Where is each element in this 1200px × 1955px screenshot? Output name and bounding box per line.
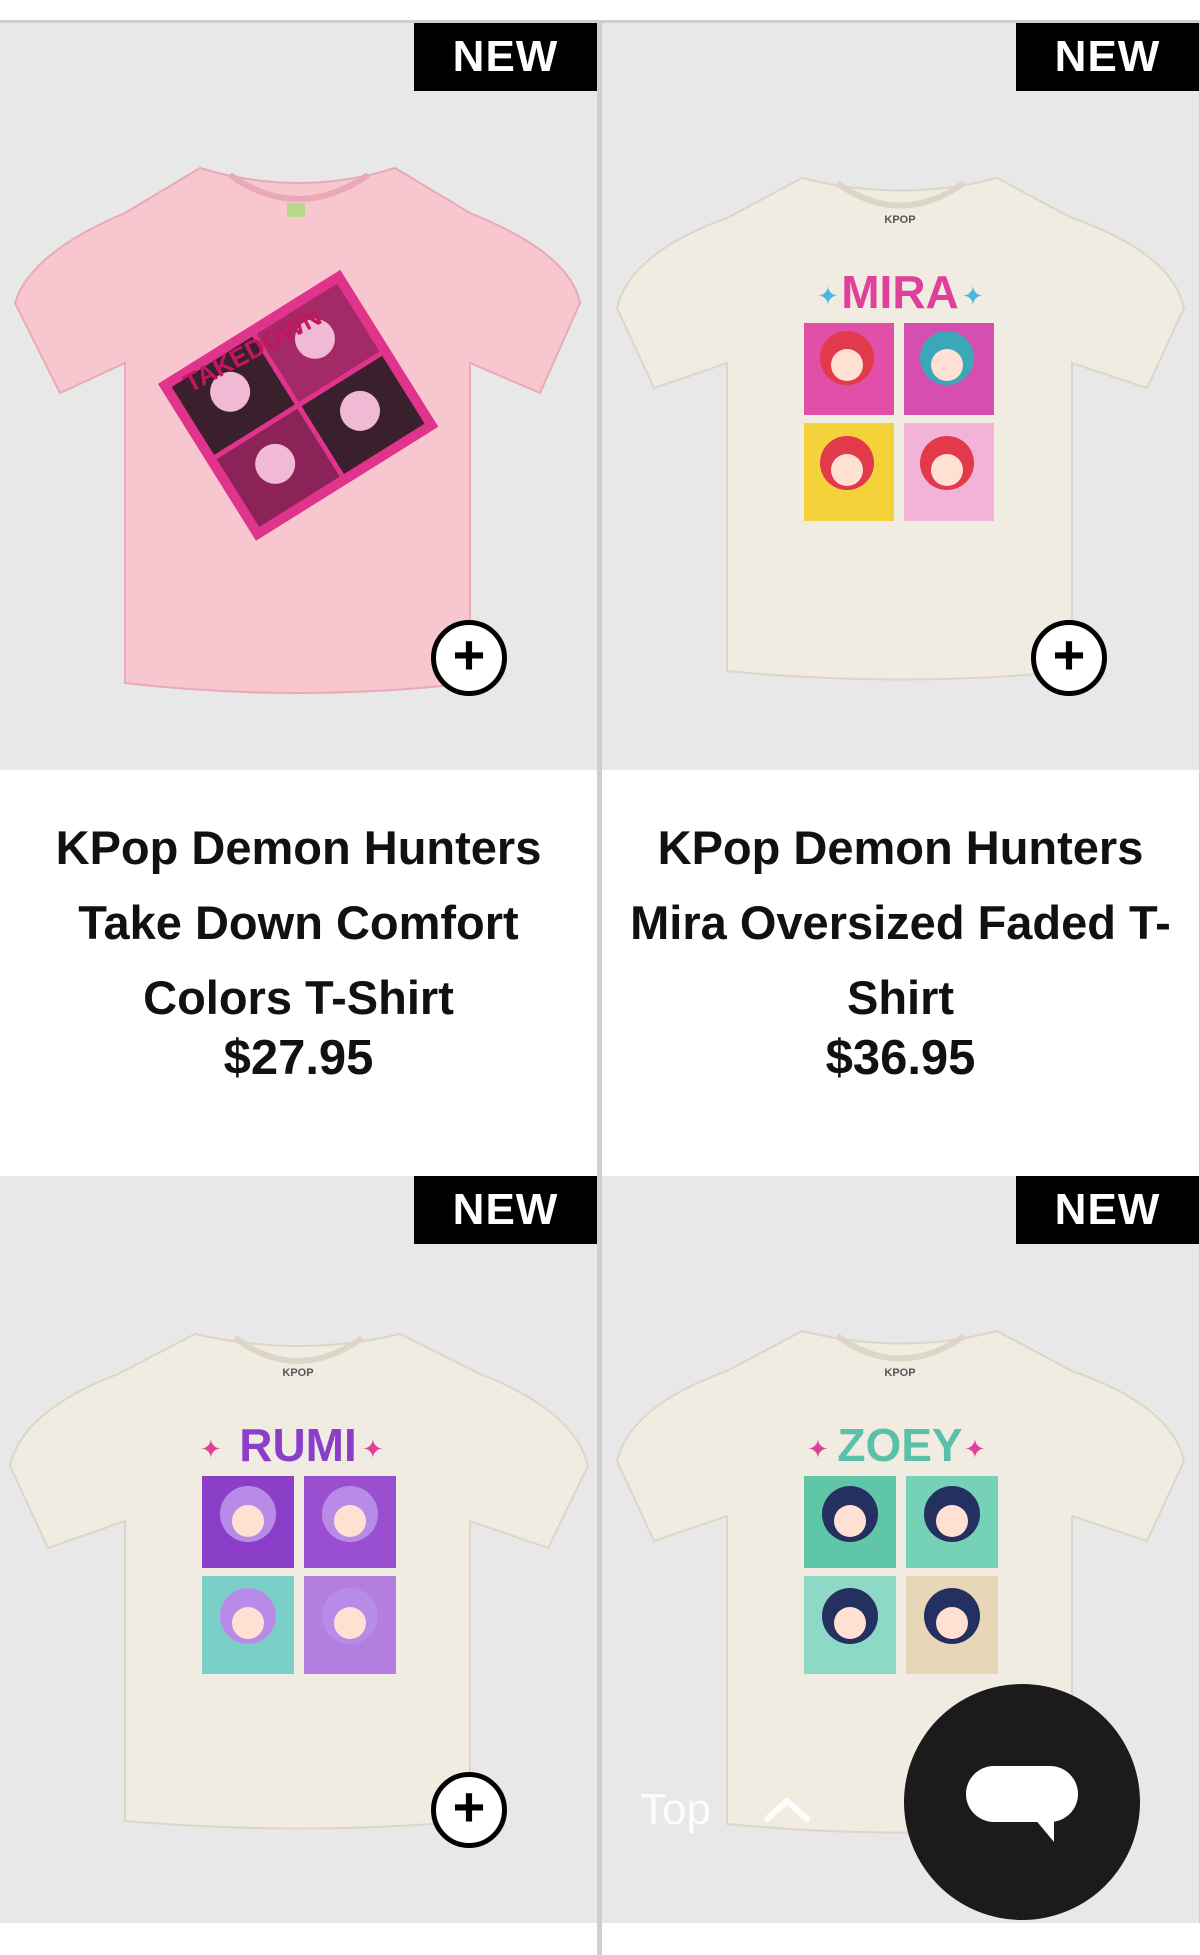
- scroll-to-top-label: Top: [640, 1785, 711, 1834]
- new-badge: NEW: [1016, 1176, 1199, 1244]
- tshirt-image-mira: KPOP MIRA ✦ ✦: [615, 176, 1186, 681]
- svg-text:✦: ✦: [200, 1435, 222, 1465]
- product-title[interactable]: KPop Demon Hunters Mira Oversized Faded …: [622, 810, 1179, 1035]
- previous-card-right: [602, 0, 1200, 22]
- product-price: $27.95: [223, 1031, 374, 1085]
- product-card-take-down[interactable]: TAKEDOWN NEW + KPop Demon Hunters Take D…: [0, 23, 597, 1193]
- next-row-strip: [0, 1923, 1200, 1955]
- product-info[interactable]: KPop Demon Hunters Mira Oversized Faded …: [602, 770, 1199, 1193]
- quick-add-button[interactable]: +: [431, 620, 507, 696]
- product-title[interactable]: KPop Demon Hunters Take Down Comfort Col…: [20, 810, 577, 1035]
- svg-text:✦: ✦: [807, 1435, 829, 1465]
- previous-card-left: [0, 0, 598, 22]
- label-brand: KPOP: [884, 1367, 915, 1379]
- plus-icon: +: [452, 1775, 486, 1838]
- product-price: $36.95: [825, 1031, 976, 1085]
- new-badge: NEW: [414, 23, 597, 91]
- design-title: RUMI: [239, 1419, 357, 1471]
- product-card-mira[interactable]: KPOP MIRA ✦ ✦ NEW + KPop Demon Hunters M…: [602, 23, 1199, 1193]
- previous-row-strip: [0, 0, 1200, 22]
- product-info[interactable]: KPop Demon Hunters Take Down Comfort Col…: [0, 770, 597, 1193]
- new-badge: NEW: [414, 1176, 597, 1244]
- chevron-up-icon: [763, 1798, 810, 1822]
- svg-text:✦: ✦: [362, 1435, 384, 1465]
- svg-text:✦: ✦: [964, 1435, 986, 1465]
- tshirt-image-rumi: KPOP RUMI ✦ ✦: [8, 1332, 590, 1830]
- plus-icon: +: [1052, 623, 1086, 686]
- chat-bubble-icon: [966, 1766, 1078, 1842]
- svg-text:✦: ✦: [817, 282, 839, 312]
- plus-icon: +: [452, 623, 486, 686]
- design-title: MIRA: [841, 266, 959, 318]
- label-brand: KPOP: [884, 214, 915, 226]
- quick-add-button[interactable]: +: [1031, 620, 1107, 696]
- column-divider: [597, 1923, 602, 1955]
- tshirt-image-take-down: TAKEDOWN: [13, 166, 582, 694]
- chat-button[interactable]: [904, 1684, 1140, 1920]
- svg-text:✦: ✦: [962, 282, 984, 312]
- product-image[interactable]: TAKEDOWN NEW +: [0, 23, 597, 770]
- design-title: ZOEY: [837, 1419, 962, 1471]
- product-image[interactable]: KPOP MIRA ✦ ✦ NEW +: [602, 23, 1199, 770]
- quick-add-button[interactable]: +: [431, 1772, 507, 1848]
- label-brand: KPOP: [282, 1367, 313, 1379]
- scroll-to-top-button[interactable]: Top: [640, 1780, 880, 1840]
- product-card-rumi[interactable]: KPOP RUMI ✦ ✦ NEW +: [0, 1176, 597, 1923]
- product-image[interactable]: KPOP RUMI ✦ ✦ NEW +: [0, 1176, 597, 1923]
- new-badge: NEW: [1016, 23, 1199, 91]
